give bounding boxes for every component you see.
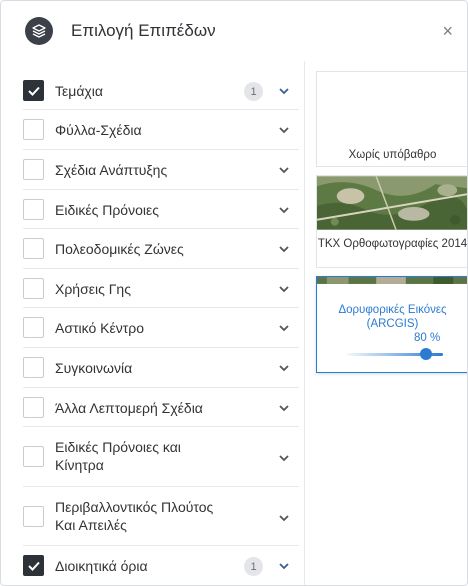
layer-row-fylla-sxedia[interactable]: Φύλλα-Σχέδια xyxy=(23,110,299,150)
basemap-satellite-arcgis[interactable]: Δορυφορικές Εικόνες (ARCGIS) 80 % xyxy=(316,276,467,373)
panel-header: Επιλογή Επιπέδων × xyxy=(1,1,467,61)
layer-row-perivallontikos-ploutos[interactable]: Περιβαλλοντικός Πλούτος Και Απειλές xyxy=(23,487,299,546)
close-icon[interactable]: × xyxy=(442,22,453,40)
layer-row-dioikitika-oria[interactable]: Διοικητικά όρια 1 xyxy=(23,546,299,585)
chevron-down-icon[interactable] xyxy=(277,401,291,415)
layer-checkbox[interactable] xyxy=(23,159,44,180)
check-icon xyxy=(28,86,40,96)
layer-label: Πολεοδομικές Ζώνες xyxy=(55,241,184,257)
layer-label: Περιβαλλοντικός Πλούτος Και Απειλές xyxy=(55,499,214,533)
layer-label: Σχέδια Ανάπτυξης xyxy=(55,162,168,178)
layer-label: Φύλλα-Σχέδια xyxy=(55,122,142,138)
opacity-value: 80 % xyxy=(414,332,441,344)
chevron-down-icon[interactable] xyxy=(277,321,291,335)
layer-label: Ειδικές Πρόνοιες xyxy=(55,202,159,218)
basemap-orthophoto-2014[interactable]: ΤΚΧ Ορθοφωτογραφίες 2014 xyxy=(316,175,468,268)
layer-label: Τεμάχια xyxy=(55,83,103,99)
layer-row-xriseis-gis[interactable]: Χρήσεις Γης xyxy=(23,269,299,308)
chevron-down-icon[interactable] xyxy=(277,84,291,98)
basemap-caption: Χωρίς υπόβαθρο xyxy=(348,149,437,161)
layer-row-sygkoinonia[interactable]: Συγκοινωνία xyxy=(23,348,299,388)
layer-selection-panel: Επιλογή Επιπέδων × Τεμάχια 1 Φύλλα-Σχέδι… xyxy=(0,0,468,586)
layer-checkbox[interactable] xyxy=(23,555,44,576)
layer-checkbox[interactable] xyxy=(23,397,44,418)
chevron-down-icon[interactable] xyxy=(277,163,291,177)
layer-label: Αστικό Κέντρο xyxy=(55,320,144,336)
layer-label: Χρήσεις Γης xyxy=(55,281,131,297)
chevron-down-icon[interactable] xyxy=(277,451,291,465)
layer-checkbox[interactable] xyxy=(23,199,44,220)
layer-count-badge: 1 xyxy=(244,82,263,101)
satellite-thumbnail xyxy=(317,277,467,284)
layer-checkbox[interactable] xyxy=(23,119,44,140)
chevron-down-icon[interactable] xyxy=(277,203,291,217)
basemap-none[interactable]: Χωρίς υπόβαθρο xyxy=(316,71,467,167)
chevron-down-icon[interactable] xyxy=(277,361,291,375)
layer-checkbox[interactable] xyxy=(23,506,44,527)
layer-checkbox[interactable] xyxy=(23,238,44,259)
layer-list: Τεμάχια 1 Φύλλα-Σχέδια Σχέδια Ανάπτυξης … xyxy=(23,71,299,585)
layer-row-alla-leptomeri-sxedia[interactable]: Άλλα Λεπτομερή Σχέδια xyxy=(23,388,299,427)
chevron-down-icon[interactable] xyxy=(277,282,291,296)
layer-checkbox[interactable] xyxy=(23,80,44,101)
layer-row-astiko-kentro[interactable]: Αστικό Κέντρο xyxy=(23,308,299,348)
chevron-down-icon[interactable] xyxy=(277,242,291,256)
chevron-down-icon[interactable] xyxy=(277,511,291,525)
layer-row-eidikes-pronoies-kinitra[interactable]: Ειδικές Πρόνοιες και Κίνητρα xyxy=(23,427,299,487)
layer-label: Ειδικές Πρόνοιες και Κίνητρα xyxy=(55,439,181,473)
panel-title: Επιλογή Επιπέδων xyxy=(71,21,216,40)
orthophoto-thumbnail xyxy=(317,176,467,230)
layer-row-poleodomikes-zones[interactable]: Πολεοδομικές Ζώνες xyxy=(23,229,299,269)
layer-label: Συγκοινωνία xyxy=(55,360,133,376)
layers-icon xyxy=(25,17,53,45)
layer-checkbox[interactable] xyxy=(23,278,44,299)
layer-checkbox[interactable] xyxy=(23,357,44,378)
basemap-caption: ΤΚΧ Ορθοφωτογραφίες 2014 xyxy=(317,238,468,250)
layer-row-eidikes-pronoies[interactable]: Ειδικές Πρόνοιες xyxy=(23,190,299,229)
chevron-down-icon[interactable] xyxy=(277,559,291,573)
layer-label: Άλλα Λεπτομερή Σχέδια xyxy=(55,400,203,416)
layer-count-badge: 1 xyxy=(244,557,263,576)
layer-row-sxedia-anaptyxis[interactable]: Σχέδια Ανάπτυξης xyxy=(23,150,299,190)
layer-label: Διοικητικά όρια xyxy=(55,558,148,574)
check-icon xyxy=(28,561,40,571)
basemap-caption: Δορυφορικές Εικόνες (ARCGIS) xyxy=(338,304,447,330)
column-divider xyxy=(304,61,305,585)
chevron-down-icon[interactable] xyxy=(277,123,291,137)
layer-checkbox[interactable] xyxy=(23,446,44,467)
opacity-slider-handle[interactable] xyxy=(420,348,432,360)
layer-row-temaxia[interactable]: Τεμάχια 1 xyxy=(23,71,299,110)
layer-checkbox[interactable] xyxy=(23,317,44,338)
